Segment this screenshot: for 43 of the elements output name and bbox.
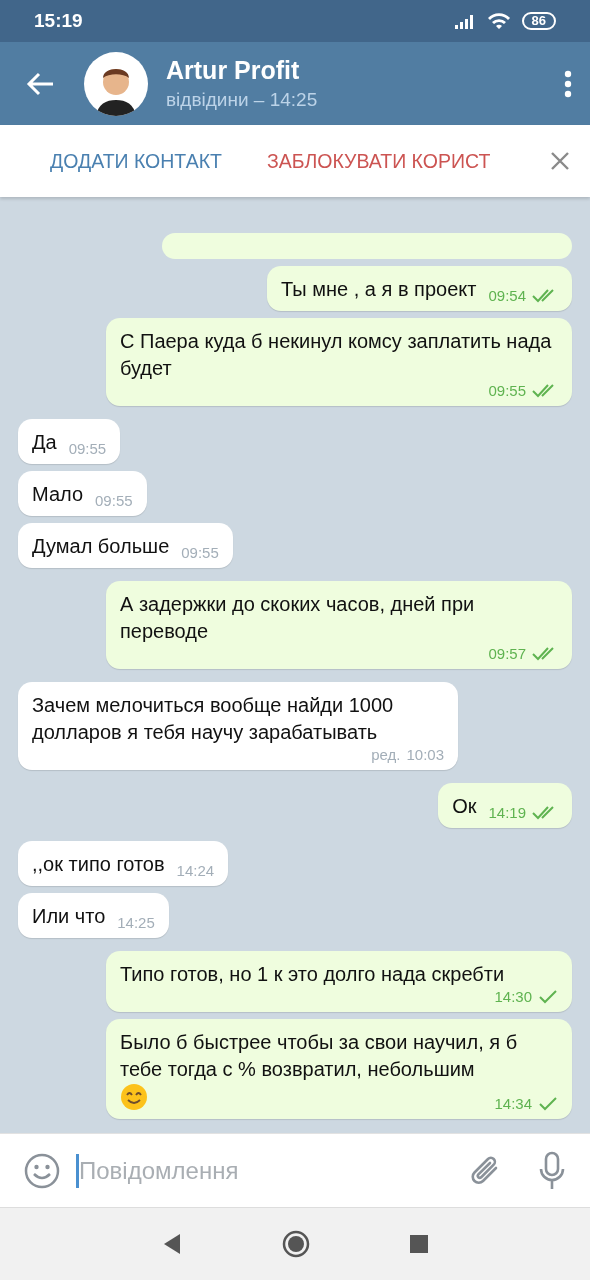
check-icon: [538, 1097, 558, 1111]
text-cursor: [76, 1153, 79, 1188]
check-icon: [538, 990, 558, 1004]
message-time: 10:03: [406, 746, 444, 764]
microphone-icon[interactable]: [538, 1150, 566, 1191]
emoji-icon[interactable]: [24, 1152, 60, 1189]
message-text: Ок: [452, 794, 477, 819]
back-nav-icon[interactable]: [162, 1233, 182, 1255]
message-text: А задержки до скоких часов, дней при переводе: [120, 592, 476, 644]
back-button[interactable]: [26, 71, 54, 96]
add-contact-button[interactable]: ДОДАТИ КОНТАКТ: [50, 149, 222, 173]
edited-label: ред.: [371, 746, 401, 764]
message-time: 14:19: [488, 804, 526, 822]
message-text: Типо готов, но 1 к это долго нада скребти: [120, 962, 505, 987]
last-seen: відвідини – 14:25: [166, 89, 319, 111]
message-time: 14:30: [494, 988, 532, 1006]
message-text: Мало: [32, 482, 84, 507]
message-text: Или что: [32, 904, 106, 929]
message-time: 09:55: [68, 440, 107, 458]
status-time: 15:19: [34, 10, 84, 32]
close-icon[interactable]: [550, 151, 570, 171]
message-text: Думал больше: [32, 534, 170, 559]
battery-level: 86: [521, 12, 556, 30]
message-text: Да: [32, 430, 57, 455]
message-time: 09:55: [488, 382, 526, 400]
message-time: 14:24: [176, 862, 215, 880]
message-time: 09:57: [488, 645, 526, 663]
message-text: С Паера куда б некинул комсу заплатить нада будет: [120, 329, 553, 381]
message-time: 09:55: [181, 544, 219, 562]
message-time: 09:55: [95, 492, 133, 510]
message-text: Зачем мелочиться вообще найди 1000 долларов я тебя научу зарабатывать: [32, 693, 395, 745]
message-time: 14:34: [494, 1095, 532, 1113]
message-time: 09:54: [488, 287, 526, 305]
contact-name: Artur Profit: [166, 56, 301, 85]
home-nav-icon[interactable]: [282, 1230, 310, 1258]
message-time: 14:25: [117, 914, 155, 932]
message-text: Было б быстрее чтобы за свои научил, я б тебе тогда с % возвратил, небольшим: [120, 1030, 519, 1082]
message-text: ,,ок типо готов: [32, 852, 165, 877]
wifi-icon: [487, 13, 510, 29]
menu-icon[interactable]: [564, 69, 572, 98]
signal-icon: [453, 13, 476, 29]
message-text: Ты мне , а я в проект: [281, 277, 477, 302]
block-user-button[interactable]: ЗАБЛОКУВАТИ КОРИСТ: [266, 149, 536, 173]
